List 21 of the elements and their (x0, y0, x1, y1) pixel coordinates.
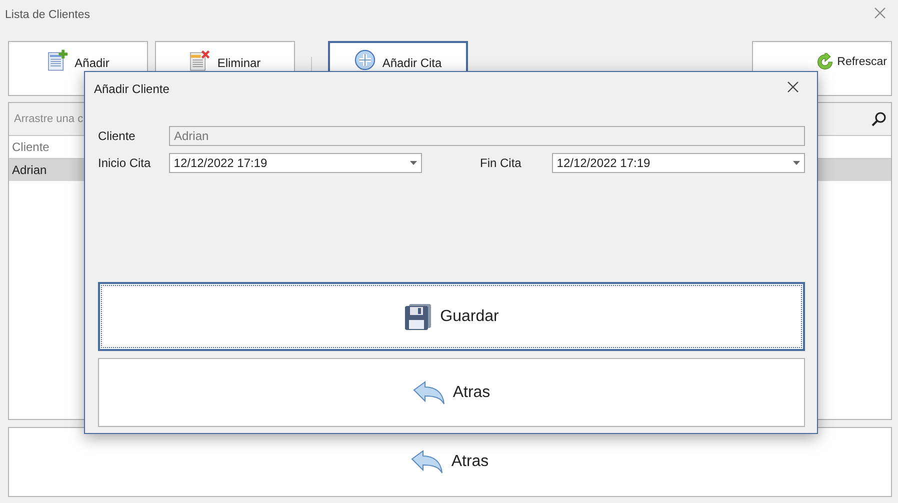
back-arrow-icon (411, 450, 444, 474)
field-label: Fin Cita (480, 156, 522, 170)
column-header[interactable]: Cliente (9, 140, 50, 154)
search-icon[interactable] (871, 111, 887, 127)
save-button[interactable]: Guardar (98, 282, 805, 351)
date-time-picker[interactable]: 12/12/2022 17:19 (168, 153, 422, 173)
document-plus-icon (46, 49, 69, 71)
back-button[interactable]: Atras (8, 427, 892, 497)
group-panel-hint: Arrastre una c (14, 113, 84, 125)
field-label: Cliente (98, 129, 136, 143)
dropdown-caret-icon[interactable] (793, 161, 800, 165)
floppy-disk-icon (404, 302, 432, 330)
back-button[interactable]: Atras (98, 358, 805, 427)
window-title: Lista de Clientes (5, 9, 90, 21)
circle-plus-icon (354, 49, 376, 71)
dropdown-caret-icon[interactable] (410, 161, 418, 165)
date-time-picker[interactable]: 12/12/2022 17:19 (552, 153, 806, 173)
refresh-icon (816, 53, 834, 71)
back-arrow-icon (412, 380, 445, 404)
table-cell-text: Adrian (11, 162, 47, 179)
field-label: Inicio Cita (98, 156, 152, 170)
